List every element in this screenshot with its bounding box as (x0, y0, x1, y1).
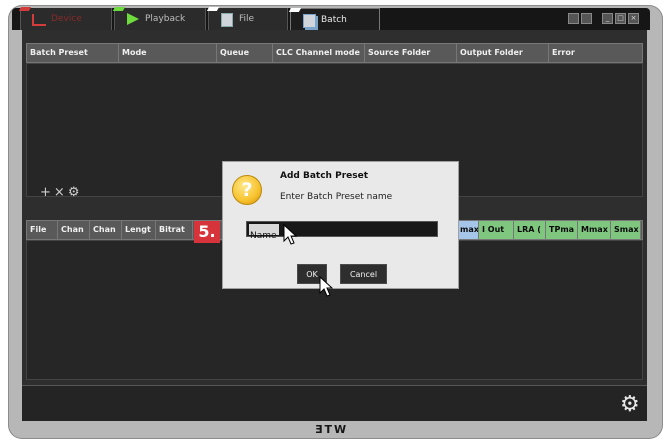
text-cursor-icon (283, 224, 297, 245)
col-chan[interactable]: Chan (58, 221, 90, 239)
pointer-cursor-icon (319, 276, 333, 297)
tab-playback[interactable]: Playback (112, 7, 206, 30)
col-smax[interactable]: Smax (611, 221, 641, 239)
tab-label: Playback (145, 14, 186, 24)
col-batch-preset[interactable]: Batch Preset (27, 44, 119, 62)
tab-color-marker (288, 8, 302, 12)
col-mmax[interactable]: Mmax (578, 221, 611, 239)
settings-icon[interactable]: ⚙ (68, 185, 80, 200)
footer-bar (22, 385, 647, 421)
tab-color-marker (112, 7, 126, 11)
tab-device[interactable]: Device (18, 7, 112, 30)
tab-label: Batch (321, 15, 347, 25)
col-length[interactable]: Lengt (122, 221, 156, 239)
layout-icon[interactable] (568, 13, 579, 24)
gear-icon[interactable]: ⚙ (620, 392, 640, 417)
input-value: Name (250, 231, 277, 241)
col-lra[interactable]: LRA ( (514, 221, 546, 239)
remove-icon[interactable]: × (54, 185, 65, 200)
step-badge: 5. (194, 221, 220, 243)
tab-file[interactable]: File (206, 7, 288, 30)
brand-logo: ƎTW (315, 423, 349, 436)
maximize-button[interactable]: □ (615, 13, 626, 24)
cancel-button[interactable]: Cancel (340, 264, 387, 284)
col-file[interactable]: File (27, 221, 58, 239)
layout-alt-icon[interactable] (581, 13, 592, 24)
col-clc-channel-mode[interactable]: CLC Channel mode (273, 44, 365, 62)
col-chan-2[interactable]: Chan (90, 221, 122, 239)
device-icon (32, 14, 46, 26)
close-button[interactable]: × (628, 13, 639, 24)
col-i-out[interactable]: I Out (479, 221, 514, 239)
selected-text: Name (249, 224, 279, 241)
play-icon (127, 13, 139, 25)
question-icon: ? (232, 175, 262, 205)
batch-table-header: Batch Preset Mode Queue CLC Channel mode… (26, 43, 643, 63)
minimize-button[interactable]: _ (602, 13, 613, 24)
col-tpmax[interactable]: TPma (546, 221, 578, 239)
preset-name-input[interactable]: Name (246, 221, 438, 241)
col-source-folder[interactable]: Source Folder (365, 44, 457, 62)
tab-color-marker (206, 7, 220, 11)
col-meter-max[interactable]: max (457, 221, 479, 239)
dialog-prompt: Enter Batch Preset name (280, 192, 393, 202)
tab-label: File (239, 14, 255, 24)
dialog-title: Add Batch Preset (280, 171, 368, 181)
col-queue[interactable]: Queue (217, 44, 273, 62)
col-output-folder[interactable]: Output Folder (457, 44, 549, 62)
tab-label: Device (51, 14, 82, 24)
col-bitrate[interactable]: Bitrat (156, 221, 193, 239)
tab-batch[interactable]: Batch (288, 8, 380, 30)
col-error[interactable]: Error (549, 44, 642, 62)
file-icon (221, 13, 233, 27)
col-mode[interactable]: Mode (119, 44, 217, 62)
tab-bar: Device Playback File Batch _ □ × (12, 7, 650, 30)
batch-icon (303, 14, 316, 28)
add-batch-preset-dialog: ? Add Batch Preset Enter Batch Preset na… (222, 161, 459, 289)
add-icon[interactable]: + (40, 185, 51, 200)
tab-color-marker (18, 7, 32, 11)
preset-toolbar: + × ⚙ (40, 185, 82, 200)
